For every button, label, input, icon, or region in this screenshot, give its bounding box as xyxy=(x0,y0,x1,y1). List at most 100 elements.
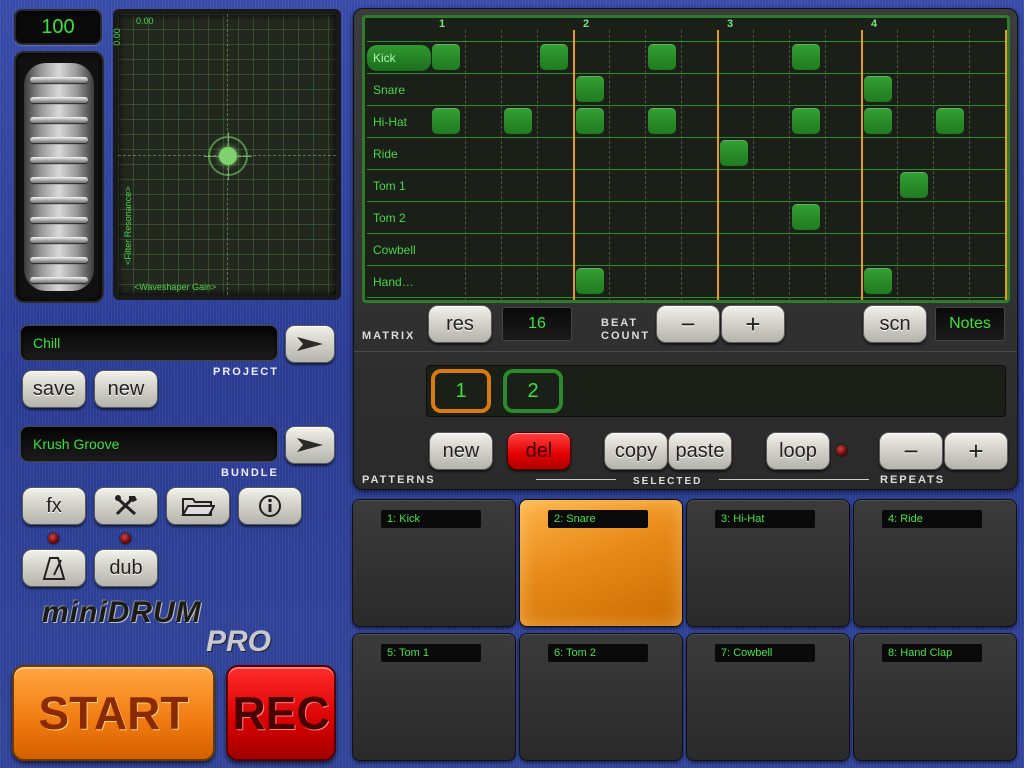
drum-pad-label: 7: Cowbell xyxy=(715,644,815,662)
sequencer-panel: 1234 Kick Snare Hi-Hat Ride Tom 1 Tom 2 Cowbel… xyxy=(353,8,1018,490)
pattern-item[interactable]: 2 xyxy=(503,369,563,413)
matrix-row-label[interactable]: Ride xyxy=(367,138,431,170)
beat-count-caption-2: COUNT xyxy=(601,330,651,342)
notes-display[interactable]: Notes xyxy=(935,307,1005,341)
matrix-step-cell[interactable] xyxy=(864,108,892,134)
matrix-step-line xyxy=(609,30,610,300)
project-new-button[interactable]: new xyxy=(94,370,158,408)
pattern-strip[interactable]: 1 2 xyxy=(426,365,1006,417)
drum-pad-label: 1: Kick xyxy=(381,510,481,528)
matrix-bar-number: 2 xyxy=(583,18,590,30)
drum-pad[interactable]: 7: Cowbell xyxy=(686,633,850,761)
selected-bracket-right xyxy=(719,479,869,480)
xy-pad[interactable]: 0.00 0.00 <Filter Resonance> <Waveshaper… xyxy=(112,9,341,300)
matrix-step-cell[interactable] xyxy=(720,140,748,166)
matrix-step-cell[interactable] xyxy=(540,44,568,70)
xy-y-label: <Filter Resonance> xyxy=(123,186,133,265)
drum-pad[interactable]: 1: Kick xyxy=(352,499,516,627)
project-save-button[interactable]: save xyxy=(22,370,86,408)
matrix-row-label[interactable]: Cowbell xyxy=(367,234,431,266)
bundle-caption: BUNDLE xyxy=(221,467,279,479)
wheel-ridge xyxy=(30,137,88,143)
xy-cursor[interactable] xyxy=(204,132,252,180)
matrix-step-cell[interactable] xyxy=(576,108,604,134)
fx-button[interactable]: fx xyxy=(22,487,86,525)
step-matrix[interactable]: 1 2 3 4 Kick Snare Hi-Hat Ride Tom 1 Tom 2 Cowbel… xyxy=(362,15,1010,303)
matrix-step-cell[interactable] xyxy=(864,268,892,294)
repeats-plus-button[interactable]: + xyxy=(944,432,1008,470)
project-caption: PROJECT xyxy=(213,366,279,378)
selected-bracket-left xyxy=(536,479,616,480)
drum-pad[interactable]: 5: Tom 1 xyxy=(352,633,516,761)
tools-button[interactable] xyxy=(94,487,158,525)
drum-pad[interactable]: 8: Hand Clap xyxy=(853,633,1017,761)
open-folder-button[interactable] xyxy=(166,487,230,525)
drum-pad[interactable]: 4: Ride xyxy=(853,499,1017,627)
pattern-del-button[interactable]: del xyxy=(507,432,571,470)
matrix-step-cell[interactable] xyxy=(432,44,460,70)
matrix-row-label[interactable]: Tom 1 xyxy=(367,170,431,202)
section-divider xyxy=(354,351,1017,352)
matrix-step-cell[interactable] xyxy=(792,204,820,230)
drum-pad[interactable]: 3: Hi-Hat xyxy=(686,499,850,627)
drum-pad[interactable]: 6: Tom 2 xyxy=(519,633,683,761)
selected-caption: SELECTED xyxy=(633,476,703,487)
beat-count-minus-button[interactable]: − xyxy=(656,305,720,343)
bundle-name-field[interactable]: Krush Groove xyxy=(20,426,278,462)
start-button[interactable]: START xyxy=(12,665,215,761)
pattern-paste-button[interactable]: paste xyxy=(668,432,732,470)
pattern-loop-button[interactable]: loop xyxy=(766,432,830,470)
project-go-button[interactable] xyxy=(285,325,335,363)
matrix-step-cell[interactable] xyxy=(900,172,928,198)
matrix-step-line xyxy=(897,30,898,300)
pattern-new-button[interactable]: new xyxy=(429,432,493,470)
tempo-wheel-frame xyxy=(14,51,104,303)
dub-button[interactable]: dub xyxy=(94,549,158,587)
res-button[interactable]: res xyxy=(428,305,492,343)
matrix-step-line xyxy=(1005,30,1007,300)
step-grid[interactable]: 1 2 3 4 xyxy=(367,18,1007,300)
scn-button[interactable]: scn xyxy=(863,305,927,343)
beat-count-plus-button[interactable]: + xyxy=(721,305,785,343)
matrix-row-line xyxy=(367,41,1007,42)
matrix-row-label[interactable]: Tom 2 xyxy=(367,202,431,234)
matrix-step-line xyxy=(573,30,575,300)
tempo-wheel[interactable] xyxy=(24,63,94,291)
bundle-go-button[interactable] xyxy=(285,426,335,464)
repeats-minus-button[interactable]: − xyxy=(879,432,943,470)
pattern-copy-button[interactable]: copy xyxy=(604,432,668,470)
matrix-row-label[interactable]: Hand… xyxy=(367,266,431,298)
matrix-bar-number: 3 xyxy=(727,18,734,30)
info-icon xyxy=(259,495,281,517)
matrix-step-cell[interactable] xyxy=(864,76,892,102)
rec-button[interactable]: REC xyxy=(226,665,336,761)
matrix-step-cell[interactable] xyxy=(432,108,460,134)
matrix-row-line xyxy=(367,73,1007,74)
matrix-row-line xyxy=(367,201,1007,202)
app-logo-pro: PRO xyxy=(206,625,272,658)
matrix-row-label[interactable]: Snare xyxy=(367,74,431,106)
wheel-ridge xyxy=(30,77,88,83)
matrix-step-cell[interactable] xyxy=(792,44,820,70)
beat-count-caption-1: BEAT xyxy=(601,317,639,329)
metronome-button[interactable] xyxy=(22,549,86,587)
wheel-ridge xyxy=(30,277,88,283)
matrix-step-cell[interactable] xyxy=(576,268,604,294)
matrix-step-line xyxy=(933,30,934,300)
matrix-step-cell[interactable] xyxy=(648,108,676,134)
pattern-item[interactable]: 1 xyxy=(431,369,491,413)
matrix-row-line xyxy=(367,233,1007,234)
info-button[interactable] xyxy=(238,487,302,525)
matrix-step-cell[interactable] xyxy=(936,108,964,134)
matrix-step-cell[interactable] xyxy=(792,108,820,134)
wheel-ridge xyxy=(30,177,88,183)
matrix-step-line xyxy=(753,30,754,300)
matrix-step-cell[interactable] xyxy=(648,44,676,70)
matrix-step-cell[interactable] xyxy=(504,108,532,134)
project-name-field[interactable]: Chill xyxy=(20,325,278,361)
drum-pad[interactable]: 2: Snare xyxy=(519,499,683,627)
matrix-step-cell[interactable] xyxy=(576,76,604,102)
matrix-row-label[interactable]: Hi-Hat xyxy=(367,106,431,138)
wheel-ridge xyxy=(30,217,88,223)
matrix-row-label[interactable]: Kick xyxy=(367,45,431,71)
